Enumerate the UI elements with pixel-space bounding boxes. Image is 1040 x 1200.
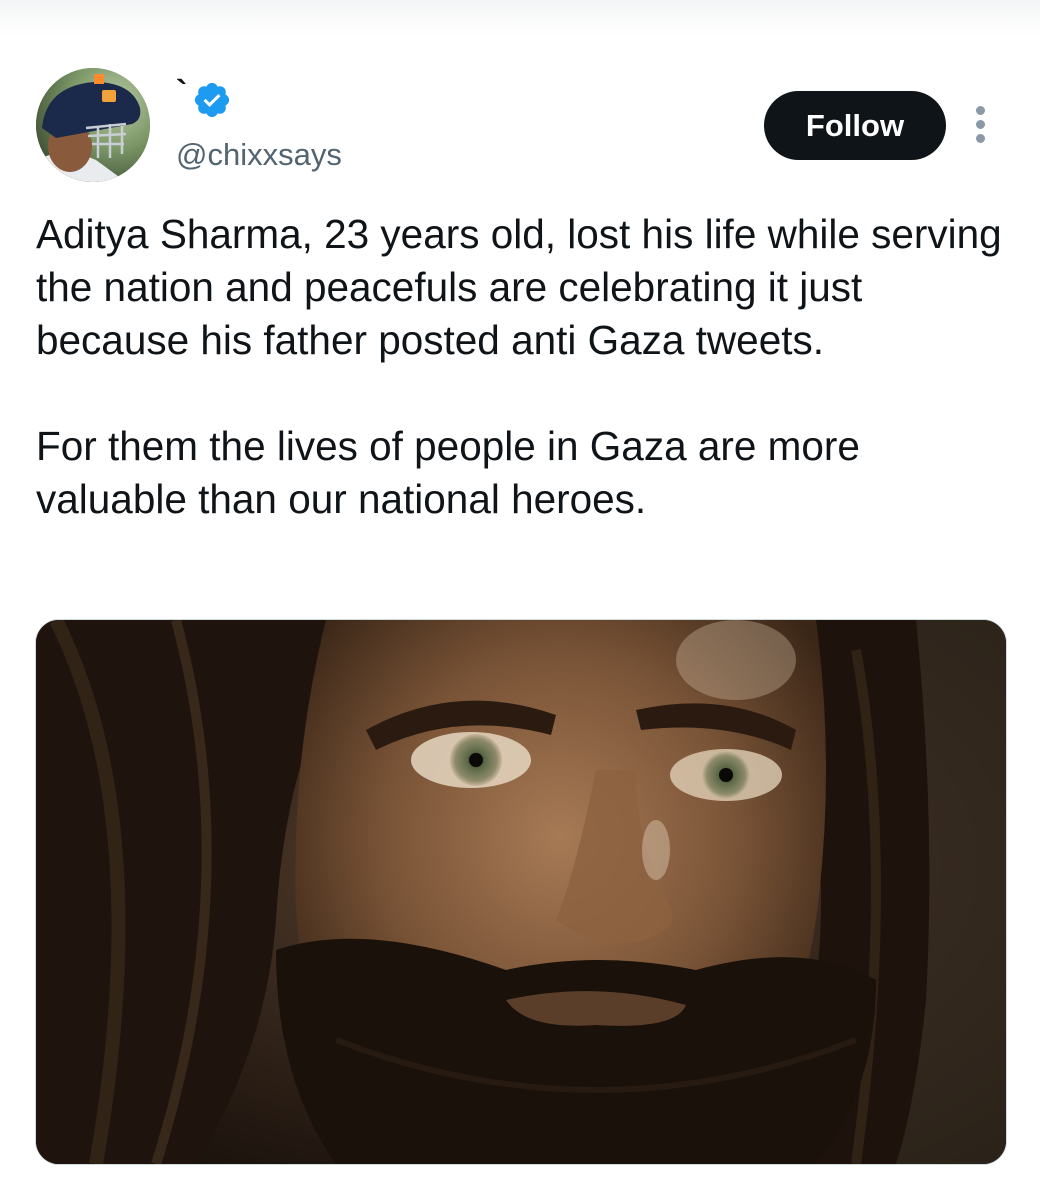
follow-button[interactable]: Follow xyxy=(764,91,946,160)
tweet-text: Aditya Sharma, 23 years old, lost his li… xyxy=(36,208,1011,526)
tweet-paragraph: For them the lives of people in Gaza are… xyxy=(36,423,860,522)
tweet-page: ` @chixxsays Follow Aditya Sharma, 23 ye… xyxy=(0,0,1040,1200)
display-name[interactable]: ` xyxy=(176,76,187,110)
avatar-image xyxy=(36,68,150,182)
top-fade xyxy=(0,0,1040,36)
media-illustration xyxy=(36,620,1006,1164)
verified-badge-icon xyxy=(192,80,232,120)
user-handle[interactable]: @chixxsays xyxy=(176,136,342,174)
avatar[interactable] xyxy=(36,68,150,182)
more-vertical-icon[interactable] xyxy=(966,100,996,150)
tweet-media-image[interactable] xyxy=(35,619,1007,1165)
tweet-paragraph: Aditya Sharma, 23 years old, lost his li… xyxy=(36,211,1002,363)
